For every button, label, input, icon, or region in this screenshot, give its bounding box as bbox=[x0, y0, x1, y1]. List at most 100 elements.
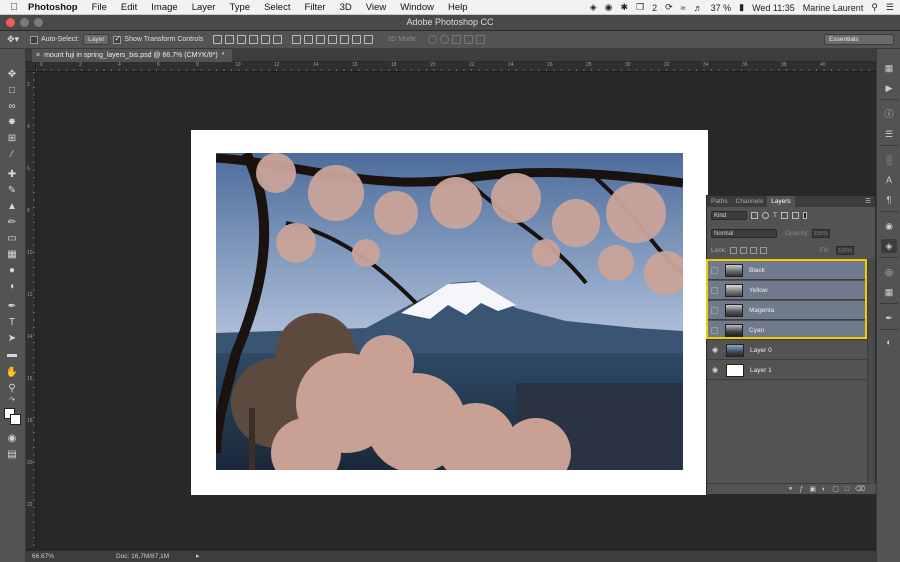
quick-mask-icon[interactable]: ◉ bbox=[5, 433, 19, 445]
layer-row-yellow[interactable]: Yellow bbox=[707, 281, 867, 300]
channels-panel-icon[interactable]: ◎ bbox=[881, 265, 897, 279]
auto-select-checkbox[interactable] bbox=[30, 35, 38, 44]
spotlight-icon[interactable]: ⚲ bbox=[871, 2, 878, 13]
wifi-icon[interactable]: ≈ bbox=[681, 3, 686, 13]
crop-tool-icon[interactable]: ⊞ bbox=[5, 133, 19, 145]
clock[interactable]: Wed 11:35 bbox=[752, 3, 795, 13]
paragraph-panel-icon[interactable]: ¶ bbox=[881, 193, 897, 207]
align-left-icon[interactable] bbox=[249, 35, 259, 44]
distribute-vcenter-icon[interactable] bbox=[304, 35, 314, 44]
fill-field[interactable]: 100% bbox=[835, 245, 854, 255]
menu-3d[interactable]: 3D bbox=[340, 2, 352, 13]
auto-select-dropdown[interactable]: Layer bbox=[83, 34, 110, 45]
filter-adjustment-icon[interactable] bbox=[762, 212, 769, 219]
menu-layer[interactable]: Layer bbox=[192, 2, 216, 13]
filter-smart-object-icon[interactable] bbox=[791, 212, 799, 219]
tab-channels[interactable]: Channels bbox=[732, 196, 767, 207]
lock-position-icon[interactable] bbox=[749, 246, 757, 254]
link-layers-icon[interactable]: ⚭ bbox=[788, 485, 794, 493]
battery-percent[interactable]: 37 % bbox=[711, 3, 732, 13]
history-panel-icon[interactable]: ▦ bbox=[881, 61, 897, 75]
move-tool-icon[interactable]: ✥ bbox=[5, 69, 19, 81]
menu-edit[interactable]: Edit bbox=[121, 2, 137, 13]
menu-filter[interactable]: Filter bbox=[304, 2, 325, 13]
copy-status-icon[interactable]: ❐ bbox=[636, 2, 644, 13]
auto-align-icon[interactable] bbox=[364, 35, 374, 44]
vertical-ruler[interactable]: 2 4 6 8 10 12 14 16 18 20 22 bbox=[26, 72, 36, 548]
document-canvas[interactable] bbox=[191, 130, 708, 495]
background-color-swatch[interactable] bbox=[10, 414, 21, 425]
panel-menu-icon[interactable]: ☰ bbox=[861, 196, 875, 207]
lasso-tool-icon[interactable]: ∞ bbox=[5, 101, 19, 113]
3d-roll-icon[interactable] bbox=[439, 35, 449, 44]
path-select-tool-icon[interactable]: ➤ bbox=[5, 333, 19, 345]
blur-tool-icon[interactable]: ● bbox=[5, 265, 19, 277]
align-hcenter-icon[interactable] bbox=[261, 35, 271, 44]
menu-window[interactable]: Window bbox=[400, 2, 434, 13]
info-panel-icon[interactable]: ⓘ bbox=[881, 107, 897, 121]
clone-stamp-tool-icon[interactable]: ▲ bbox=[5, 201, 19, 213]
pen-tool-icon[interactable]: ✒ bbox=[5, 301, 19, 313]
history-brush-tool-icon[interactable]: ✏ bbox=[5, 217, 19, 229]
properties-panel-icon[interactable]: ☰ bbox=[881, 127, 897, 141]
new-layer-icon[interactable]: □ bbox=[845, 486, 849, 493]
eye-icon[interactable]: ◉ bbox=[707, 346, 723, 354]
menu-image[interactable]: Image bbox=[151, 2, 177, 13]
new-group-icon[interactable]: ▢ bbox=[832, 485, 839, 493]
layer-row-layer-0[interactable]: ◉ Layer 0 bbox=[707, 341, 867, 360]
layers-panel-icon[interactable]: ◈ bbox=[881, 239, 897, 253]
tab-paths[interactable]: Paths bbox=[707, 196, 732, 207]
bluetooth-icon[interactable]: ✱ bbox=[620, 2, 628, 13]
layer-row-layer-1[interactable]: ◉ Layer 1 bbox=[707, 361, 867, 380]
apple-menu-icon[interactable]:  bbox=[0, 2, 28, 13]
tab-close-icon[interactable]: × bbox=[36, 49, 40, 62]
visibility-toggle[interactable] bbox=[711, 286, 718, 294]
menu-file[interactable]: File bbox=[92, 2, 107, 13]
paths-panel-icon[interactable]: ✒ bbox=[881, 311, 897, 325]
eraser-tool-icon[interactable]: ▭ bbox=[5, 233, 19, 245]
visibility-toggle[interactable] bbox=[711, 326, 718, 334]
distribute-left-icon[interactable] bbox=[328, 35, 338, 44]
menu-type[interactable]: Type bbox=[229, 2, 250, 13]
filter-pixel-icon[interactable] bbox=[751, 212, 758, 219]
battery-icon[interactable]: ▮ bbox=[739, 2, 744, 13]
lock-transparent-icon[interactable] bbox=[729, 246, 737, 254]
lock-all-icon[interactable] bbox=[759, 246, 767, 254]
screen-mode-icon[interactable]: ▤ bbox=[5, 449, 19, 461]
marquee-tool-icon[interactable]: □ bbox=[5, 85, 19, 97]
zoom-level[interactable]: 66.67% bbox=[32, 553, 54, 560]
filter-toggle-icon[interactable] bbox=[802, 212, 807, 219]
type-tool-icon[interactable]: T bbox=[5, 317, 19, 329]
eyedropper-tool-icon[interactable]: ⁄ bbox=[5, 149, 19, 161]
time-machine-icon[interactable]: ⟳ bbox=[665, 2, 673, 13]
zoom-tool-icon[interactable]: ⚲ bbox=[5, 383, 19, 395]
menu-help[interactable]: Help bbox=[448, 2, 468, 13]
hand-tool-icon[interactable]: ✋ bbox=[5, 367, 19, 379]
actions-panel-icon[interactable]: ▶ bbox=[881, 81, 897, 95]
show-transform-checkbox[interactable] bbox=[113, 34, 122, 44]
visibility-toggle[interactable] bbox=[711, 266, 718, 274]
quick-select-tool-icon[interactable]: ✸ bbox=[5, 117, 19, 129]
distribute-right-icon[interactable] bbox=[352, 35, 362, 44]
3d-rotate-icon[interactable] bbox=[427, 35, 437, 44]
user-name[interactable]: Marine Laurent bbox=[803, 3, 864, 13]
menu-view[interactable]: View bbox=[366, 2, 386, 13]
distribute-hcenter-icon[interactable] bbox=[340, 35, 350, 44]
dodge-tool-icon[interactable]: ◖ bbox=[5, 281, 19, 293]
align-right-icon[interactable] bbox=[273, 35, 283, 44]
filter-kind-dropdown[interactable]: Kind bbox=[711, 211, 747, 220]
eye-icon[interactable]: ◉ bbox=[707, 366, 723, 374]
horizontal-ruler[interactable]: 0 2 4 6 8 10 12 14 16 18 20 22 24 26 28 30 32 34 36 38 40 bbox=[36, 62, 876, 72]
layer-row-black[interactable]: Black bbox=[707, 261, 867, 280]
brush-tool-icon[interactable]: ✎ bbox=[5, 185, 19, 197]
new-adjustment-icon[interactable]: ◐ bbox=[822, 486, 826, 493]
align-bottom-icon[interactable] bbox=[237, 35, 247, 44]
filter-type-icon[interactable]: T bbox=[773, 212, 777, 219]
swatches-panel-icon[interactable]: ▦ bbox=[881, 285, 897, 299]
opacity-field[interactable]: 100% bbox=[811, 228, 830, 238]
app-menu[interactable]: Photoshop bbox=[28, 2, 78, 13]
layer-style-icon[interactable]: ƒ bbox=[799, 486, 803, 493]
rectangle-tool-icon[interactable]: ▬ bbox=[5, 349, 19, 361]
3d-drag-icon[interactable] bbox=[451, 35, 461, 44]
color-panel-icon[interactable]: ◉ bbox=[881, 219, 897, 233]
